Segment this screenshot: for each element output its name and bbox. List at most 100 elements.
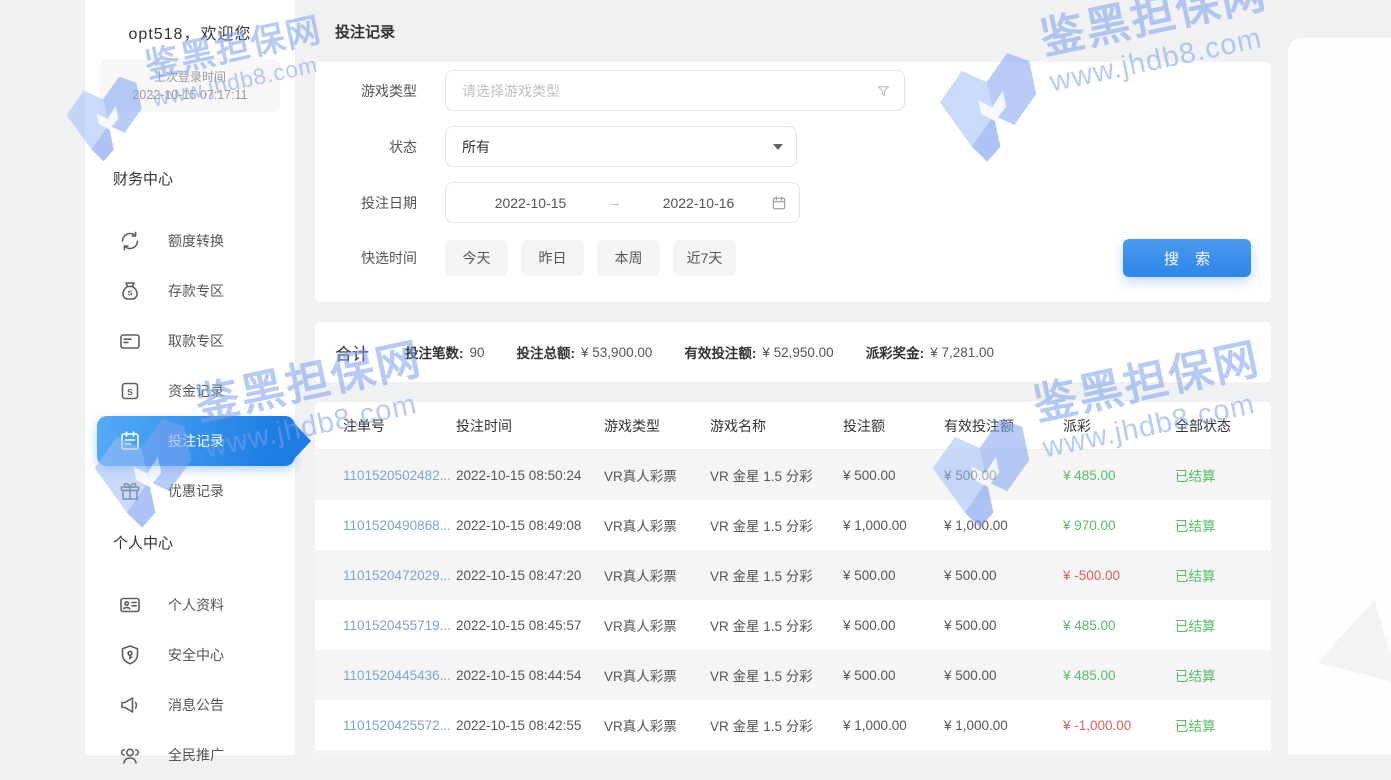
payout-amount: ¥ -500.00 [1063, 568, 1175, 583]
page-title: 投注记录 [335, 21, 395, 42]
table-row-partial [315, 750, 1271, 755]
quick-range-button[interactable]: 今天 [445, 240, 508, 276]
bet-time: 2022-10-15 08:44:54 [456, 668, 604, 683]
sidebar-item-transfer[interactable]: 额度转换 [85, 216, 295, 266]
security-icon [118, 643, 142, 667]
game-name: VR 金星 1.5 分彩 [710, 515, 843, 535]
sidebar-item-withdraw[interactable]: 取款专区 [85, 316, 295, 366]
sidebar-item-bet-record[interactable]: 投注记录 [97, 416, 295, 466]
deposit-icon: S [118, 279, 142, 303]
bet-time: 2022-10-15 08:42:55 [456, 718, 604, 733]
order-no-link[interactable]: 1101520445436... [343, 668, 456, 683]
payout-amount: ¥ 485.00 [1063, 468, 1175, 483]
status-select[interactable]: 所有 [445, 126, 797, 167]
search-button[interactable]: 搜 索 [1123, 239, 1251, 277]
order-no-link[interactable]: 1101520472029... [343, 568, 456, 583]
bet-amount: ¥ 1,000.00 [843, 718, 944, 733]
status-badge: 已结算 [1175, 515, 1271, 535]
table-row: 1101520425572...2022-10-15 08:42:55VR真人彩… [315, 700, 1271, 750]
bet-time: 2022-10-15 08:50:24 [456, 468, 604, 483]
bet-record-icon [118, 429, 142, 453]
summary-item-label: 投注总额: [517, 342, 576, 362]
profile-icon [118, 593, 142, 617]
payout-amount: ¥ 485.00 [1063, 668, 1175, 683]
sidebar-item-label: 安全中心 [168, 645, 224, 665]
bet-amount: ¥ 1,000.00 [843, 518, 944, 533]
summary-item: 派彩奖金:¥ 7,281.00 [866, 342, 994, 362]
status-badge: 已结算 [1175, 615, 1271, 635]
summary-total-label: 合计 [335, 340, 369, 365]
summary-items: 投注笔数:90投注总额:¥ 53,900.00有效投注额:¥ 52,950.00… [405, 342, 994, 362]
sidebar-item-profile[interactable]: 个人资料 [85, 580, 295, 630]
sidebar-item-deposit[interactable]: S 存款专区 [85, 266, 295, 316]
sidebar-item-label: 优惠记录 [168, 481, 224, 501]
summary-item-value: ¥ 7,281.00 [930, 345, 994, 360]
valid-bet-amount: ¥ 500.00 [944, 668, 1063, 683]
summary-card: 合计 投注笔数:90投注总额:¥ 53,900.00有效投注额:¥ 52,950… [315, 322, 1271, 382]
summary-item-value: 90 [470, 345, 485, 360]
promo-icon [118, 479, 142, 503]
calendar-icon[interactable] [771, 195, 787, 211]
announcement-icon [118, 693, 142, 717]
sidebar-item-label: 额度转换 [168, 231, 224, 251]
order-no-link[interactable]: 1101520502482... [343, 468, 456, 483]
status-badge: 已结算 [1175, 465, 1271, 485]
game-type: VR真人彩票 [604, 615, 710, 635]
sidebar-item-announcement[interactable]: 消息公告 [85, 680, 295, 730]
welcome-text: opt518，欢迎您 [85, 20, 295, 44]
status-label: 状态 [335, 137, 417, 157]
status-badge: 已结算 [1175, 665, 1271, 685]
sidebar-item-label: 投注记录 [168, 431, 224, 451]
table-row: 1101520445436...2022-10-15 08:44:54VR真人彩… [315, 650, 1271, 700]
game-type: VR真人彩票 [604, 565, 710, 585]
sidebar-item-funds[interactable]: S资金记录 [85, 366, 295, 416]
sidebar-item-promo[interactable]: 优惠记录 [85, 466, 295, 516]
column-header: 游戏名称 [710, 416, 843, 436]
column-header: 派彩 [1063, 416, 1175, 436]
order-no-link[interactable]: 1101520490868... [343, 518, 456, 533]
bet-amount: ¥ 500.00 [843, 568, 944, 583]
withdraw-icon [118, 329, 142, 353]
game-name: VR 金星 1.5 分彩 [710, 565, 843, 585]
sidebar-item-label: 取款专区 [168, 331, 224, 351]
order-no-link[interactable]: 1101520455719... [343, 618, 456, 633]
status-badge: 已结算 [1175, 565, 1271, 585]
svg-text:S: S [127, 289, 132, 298]
column-header: 全部状态 [1175, 416, 1271, 436]
referral-icon [118, 743, 142, 767]
right-panel [1288, 38, 1391, 755]
table-row: 1101520455719...2022-10-15 08:45:57VR真人彩… [315, 600, 1271, 650]
quick-range-button[interactable]: 本周 [597, 240, 660, 276]
column-header: 注单号 [343, 416, 456, 436]
quick-range-button[interactable]: 昨日 [521, 240, 584, 276]
order-no-link[interactable]: 1101520425572... [343, 718, 456, 733]
date-range-input[interactable]: 2022-10-15 → 2022-10-16 [445, 182, 800, 223]
last-login-box: 上次登录时间 2022-10-15 07:17:11 [100, 58, 280, 112]
bet-time: 2022-10-15 08:45:57 [456, 618, 604, 633]
valid-bet-amount: ¥ 500.00 [944, 568, 1063, 583]
main-content: 投注记录 游戏类型 请选择游戏类型 状态 所有 投注日期 2022-10-15 … [315, 0, 1271, 755]
summary-item-value: ¥ 52,950.00 [762, 345, 833, 360]
faint-watermark-shape [1305, 600, 1391, 703]
bet-amount: ¥ 500.00 [843, 468, 944, 483]
section-label: 个人中心 [113, 532, 295, 552]
sidebar-item-label: 存款专区 [168, 281, 224, 301]
date-range-arrow-icon: → [603, 194, 626, 211]
table-row: 1101520472029...2022-10-15 08:47:20VR真人彩… [315, 550, 1271, 600]
payout-amount: ¥ 970.00 [1063, 518, 1175, 533]
sidebar-item-security[interactable]: 安全中心 [85, 630, 295, 680]
chevron-down-icon [773, 144, 783, 150]
payout-amount: ¥ -1,000.00 [1063, 718, 1175, 733]
sidebar-item-referral[interactable]: 全民推广 [85, 730, 295, 780]
game-type-select[interactable]: 请选择游戏类型 [445, 70, 905, 111]
table-header-row: 注单号投注时间游戏类型游戏名称投注额有效投注额派彩全部状态 [315, 402, 1271, 450]
column-header: 投注时间 [456, 416, 604, 436]
game-type: VR真人彩票 [604, 665, 710, 685]
quick-range-button[interactable]: 近7天 [673, 240, 736, 276]
filter-funnel-icon [876, 83, 891, 98]
summary-item: 投注笔数:90 [405, 342, 485, 362]
valid-bet-amount: ¥ 500.00 [944, 618, 1063, 633]
column-header: 有效投注额 [944, 416, 1063, 436]
bet-time: 2022-10-15 08:47:20 [456, 568, 604, 583]
game-type: VR真人彩票 [604, 465, 710, 485]
